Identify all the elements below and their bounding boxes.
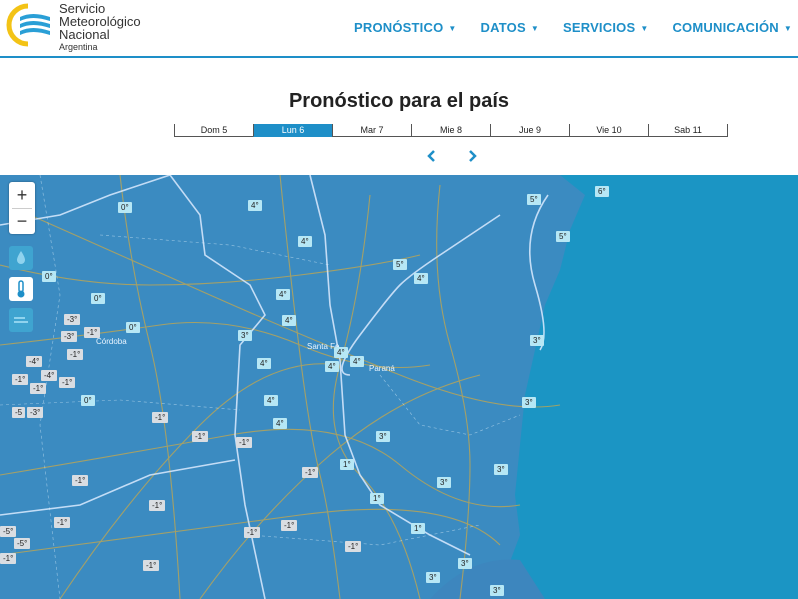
temp-marker[interactable]: -1° bbox=[236, 437, 253, 448]
logo-subtitle: Argentina bbox=[59, 42, 98, 52]
logo-line-3: Nacional bbox=[59, 27, 110, 42]
temp-marker[interactable]: -3° bbox=[61, 331, 78, 342]
temp-marker[interactable]: 4° bbox=[350, 356, 364, 367]
temp-marker[interactable]: 3° bbox=[376, 431, 390, 442]
temp-marker[interactable]: -1° bbox=[244, 527, 261, 538]
zoom-control: + − bbox=[9, 182, 35, 234]
temp-marker[interactable]: 4° bbox=[276, 289, 290, 300]
site-header: Servicio Meteorológico Nacional Argentin… bbox=[0, 0, 798, 58]
nav-datos[interactable]: DATOS ▼ bbox=[481, 20, 539, 35]
zoom-in-button[interactable]: + bbox=[9, 182, 35, 208]
rain-layer-icon[interactable] bbox=[9, 246, 33, 270]
thermometer-icon[interactable] bbox=[9, 277, 33, 301]
tab-day-1[interactable]: Lun 6 bbox=[253, 124, 332, 137]
temp-marker[interactable]: 6° bbox=[595, 186, 609, 197]
chevron-left-icon[interactable] bbox=[425, 149, 439, 163]
chevron-down-icon: ▼ bbox=[530, 24, 539, 34]
temp-marker[interactable]: 3° bbox=[494, 464, 508, 475]
temp-marker[interactable]: -1° bbox=[345, 541, 362, 552]
temp-marker[interactable]: 4° bbox=[257, 358, 271, 369]
nav-servicios[interactable]: SERVICIOS ▼ bbox=[563, 20, 649, 35]
temp-marker[interactable]: -1° bbox=[192, 431, 209, 442]
forecast-map[interactable]: Córdoba Santa Fe Paraná 6° 5° 5° 0° 4° 4… bbox=[0, 175, 798, 599]
temp-marker[interactable]: -1° bbox=[149, 500, 166, 511]
tab-day-0[interactable]: Dom 5 bbox=[174, 124, 253, 137]
nav-pronostico[interactable]: PRONÓSTICO ▼ bbox=[354, 20, 457, 35]
temp-marker[interactable]: 4° bbox=[273, 418, 287, 429]
temp-marker[interactable]: -1° bbox=[12, 374, 29, 385]
temp-marker[interactable]: 4° bbox=[414, 273, 428, 284]
temp-marker[interactable]: -1° bbox=[72, 475, 89, 486]
temp-marker[interactable]: 0° bbox=[91, 293, 105, 304]
temp-marker[interactable]: -3° bbox=[64, 314, 81, 325]
temp-marker[interactable]: 4° bbox=[325, 361, 339, 372]
tab-day-3[interactable]: Mie 8 bbox=[411, 124, 490, 137]
temp-marker[interactable]: -1° bbox=[84, 327, 101, 338]
tab-day-5[interactable]: Vie 10 bbox=[569, 124, 648, 137]
temp-marker[interactable]: -1° bbox=[67, 349, 84, 360]
temp-marker[interactable]: -1° bbox=[30, 383, 47, 394]
chevron-down-icon: ▼ bbox=[783, 24, 792, 34]
nav-comunicacion[interactable]: COMUNICACIÓN ▼ bbox=[672, 20, 792, 35]
tab-day-4[interactable]: Jue 9 bbox=[490, 124, 569, 137]
tab-day-2[interactable]: Mar 7 bbox=[332, 124, 411, 137]
temp-marker[interactable]: 3° bbox=[458, 558, 472, 569]
city-label-cordoba: Córdoba bbox=[96, 337, 127, 346]
temp-marker[interactable]: 0° bbox=[126, 322, 140, 333]
temp-marker[interactable]: 4° bbox=[248, 200, 262, 211]
map-background bbox=[0, 175, 798, 599]
temp-marker[interactable]: -1° bbox=[281, 520, 298, 531]
temp-marker[interactable]: 1° bbox=[411, 523, 425, 534]
temp-marker[interactable]: 3° bbox=[490, 585, 504, 596]
main-nav: PRONÓSTICO ▼ DATOS ▼ SERVICIOS ▼ COMUNICACI… bbox=[330, 20, 792, 35]
tab-day-6[interactable]: Sab 11 bbox=[648, 124, 728, 137]
wind-layer-icon[interactable] bbox=[9, 308, 33, 332]
temp-marker[interactable]: 5° bbox=[556, 231, 570, 242]
chevron-down-icon: ▼ bbox=[448, 24, 457, 34]
temp-marker[interactable]: 3° bbox=[238, 330, 252, 341]
temp-marker[interactable]: 0° bbox=[42, 271, 56, 282]
temp-marker[interactable]: -5 bbox=[12, 407, 26, 418]
temp-marker[interactable]: -3° bbox=[27, 407, 44, 418]
temp-marker[interactable]: 4° bbox=[334, 347, 348, 358]
temp-marker[interactable]: -1° bbox=[152, 412, 169, 423]
nav-comunicacion-label: COMUNICACIÓN bbox=[672, 20, 779, 35]
temp-marker[interactable]: 3° bbox=[522, 397, 536, 408]
temp-marker[interactable]: -1° bbox=[0, 553, 17, 564]
nav-servicios-label: SERVICIOS bbox=[562, 20, 636, 35]
chevron-down-icon: ▼ bbox=[640, 24, 649, 34]
temp-marker[interactable]: -4° bbox=[26, 356, 43, 367]
temp-marker[interactable]: 4° bbox=[282, 315, 296, 326]
temp-marker[interactable]: 5° bbox=[527, 194, 541, 205]
temp-marker[interactable]: 1° bbox=[340, 459, 354, 470]
nav-datos-label: DATOS bbox=[480, 20, 526, 35]
temp-marker[interactable]: 5° bbox=[393, 259, 407, 270]
smn-logo-icon[interactable] bbox=[6, 3, 54, 47]
temp-marker[interactable]: -1° bbox=[302, 467, 319, 478]
temp-marker[interactable]: -1° bbox=[59, 377, 76, 388]
temp-marker[interactable]: -5° bbox=[14, 538, 31, 549]
temp-marker[interactable]: 4° bbox=[298, 236, 312, 247]
logo-text: Servicio Meteorológico Nacional Argentin… bbox=[59, 2, 141, 53]
temp-marker[interactable]: 0° bbox=[118, 202, 132, 213]
temp-marker[interactable]: 3° bbox=[426, 572, 440, 583]
temp-marker[interactable]: -5° bbox=[0, 526, 17, 537]
chevron-right-icon[interactable] bbox=[465, 149, 479, 163]
temp-marker[interactable]: -1° bbox=[143, 560, 160, 571]
temp-marker[interactable]: 0° bbox=[81, 395, 95, 406]
temp-marker[interactable]: 3° bbox=[437, 477, 451, 488]
nav-pronostico-label: PRONÓSTICO bbox=[354, 20, 444, 35]
day-tabs: Dom 5 Lun 6 Mar 7 Mie 8 Jue 9 Vie 10 Sab… bbox=[174, 124, 728, 137]
page-title: Pronóstico para el país bbox=[288, 90, 510, 112]
temp-marker[interactable]: -1° bbox=[54, 517, 71, 528]
temp-marker[interactable]: 4° bbox=[264, 395, 278, 406]
zoom-out-button[interactable]: − bbox=[9, 208, 35, 234]
city-label-parana: Paraná bbox=[369, 364, 395, 373]
temp-marker[interactable]: 3° bbox=[530, 335, 544, 346]
temp-marker[interactable]: 1° bbox=[370, 493, 384, 504]
temp-marker[interactable]: -4° bbox=[41, 370, 58, 381]
